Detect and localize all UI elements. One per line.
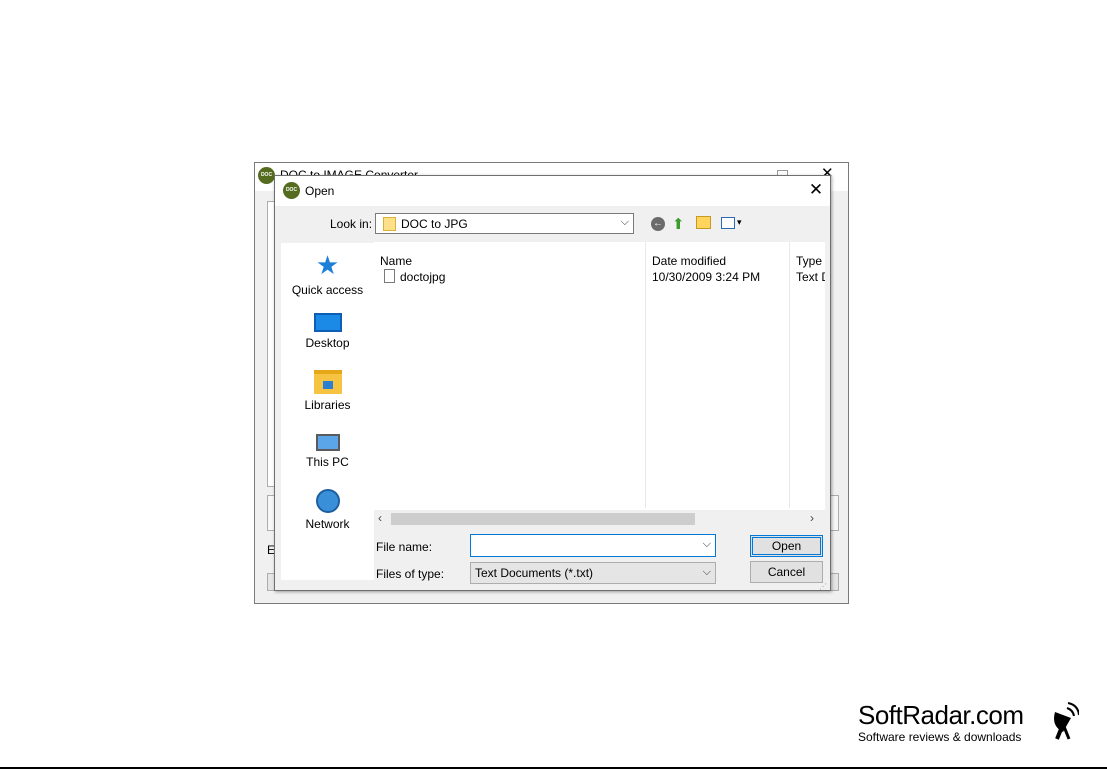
file-list[interactable]: ^ Name Date modified Type doctojpg 10/30… (374, 242, 825, 527)
view-menu-icon[interactable] (721, 217, 735, 229)
view-menu-chevron-icon[interactable]: ▾ (737, 217, 742, 228)
watermark-subtitle: Software reviews & downloads (858, 730, 1022, 744)
star-icon: ★ (315, 250, 340, 280)
file-type-label: Files of type: (376, 567, 445, 581)
computer-icon (315, 434, 340, 451)
back-arrow-icon[interactable]: ← (651, 217, 665, 231)
place-this-pc[interactable]: This PC (281, 434, 374, 469)
places-bar: ★ Quick access Desktop Libraries This PC… (281, 243, 374, 580)
chevron-down-icon[interactable]: ⌵ (621, 216, 629, 229)
file-type-value: Text Documents (*.txt) (475, 566, 594, 580)
place-quick-access[interactable]: ★ Quick access (281, 251, 374, 297)
libraries-icon (313, 370, 342, 394)
dialog-title: Open (305, 184, 335, 198)
watermark-title: SoftRadar.com (858, 700, 1024, 730)
file-type-cell: Text D (796, 270, 825, 284)
network-icon (315, 489, 340, 513)
column-header-date-modified[interactable]: Date modified (652, 254, 726, 268)
place-label: Libraries (304, 398, 351, 412)
place-label: Network (305, 517, 350, 531)
dialog-logo-icon: DOC (283, 182, 300, 199)
file-type-select[interactable]: Text Documents (*.txt) ⌵ (470, 562, 716, 584)
place-label: Desktop (305, 336, 350, 350)
cancel-button[interactable]: Cancel (750, 561, 823, 583)
file-date-cell: 10/30/2009 3:24 PM (652, 270, 761, 284)
look-in-value: DOC to JPG (401, 217, 468, 231)
scrollbar-thumb[interactable] (391, 513, 695, 525)
desktop-icon (313, 313, 342, 332)
open-file-dialog: DOC Open ✕ Look in: DOC to JPG ⌵ ← ⬆ ▾ ★… (274, 175, 831, 591)
chevron-down-icon[interactable]: ⌵ (703, 566, 711, 579)
scroll-left-icon[interactable]: ‹ (378, 511, 382, 525)
up-folder-icon[interactable]: ⬆ (672, 215, 685, 233)
open-button[interactable]: Open (750, 535, 823, 557)
file-row[interactable]: doctojpg 10/30/2009 3:24 PM Text D (374, 268, 825, 288)
new-folder-icon[interactable] (696, 216, 711, 229)
look-in-combobox[interactable]: DOC to JPG ⌵ (375, 213, 634, 234)
place-label: This PC (306, 455, 349, 469)
file-name-label: File name: (376, 540, 433, 554)
chevron-down-icon[interactable]: ⌵ (703, 538, 711, 551)
app-logo-icon: DOC (258, 167, 275, 184)
scroll-right-icon[interactable]: › (810, 511, 814, 525)
softradar-watermark: SoftRadar.com Software reviews & downloa… (858, 700, 1024, 744)
place-libraries[interactable]: Libraries (281, 370, 374, 412)
look-in-label: Look in: (330, 217, 373, 231)
column-header-name[interactable]: Name (380, 254, 412, 268)
sort-caret-icon: ^ (505, 242, 510, 248)
column-header-type[interactable]: Type (796, 254, 822, 268)
dialog-titlebar: DOC Open ✕ (275, 176, 830, 206)
file-name-input[interactable]: ⌵ (470, 534, 716, 557)
folder-icon (383, 217, 396, 231)
place-desktop[interactable]: Desktop (281, 313, 374, 350)
close-icon[interactable]: ✕ (805, 179, 827, 201)
resize-grip-icon[interactable]: ⋰ (819, 582, 827, 591)
satellite-dish-icon (1054, 702, 1079, 740)
place-network[interactable]: Network (281, 489, 374, 531)
file-name-cell: doctojpg (400, 270, 446, 284)
horizontal-scrollbar[interactable]: ‹ › (374, 510, 825, 527)
text-file-icon (384, 269, 395, 283)
place-label: Quick access (291, 283, 364, 297)
